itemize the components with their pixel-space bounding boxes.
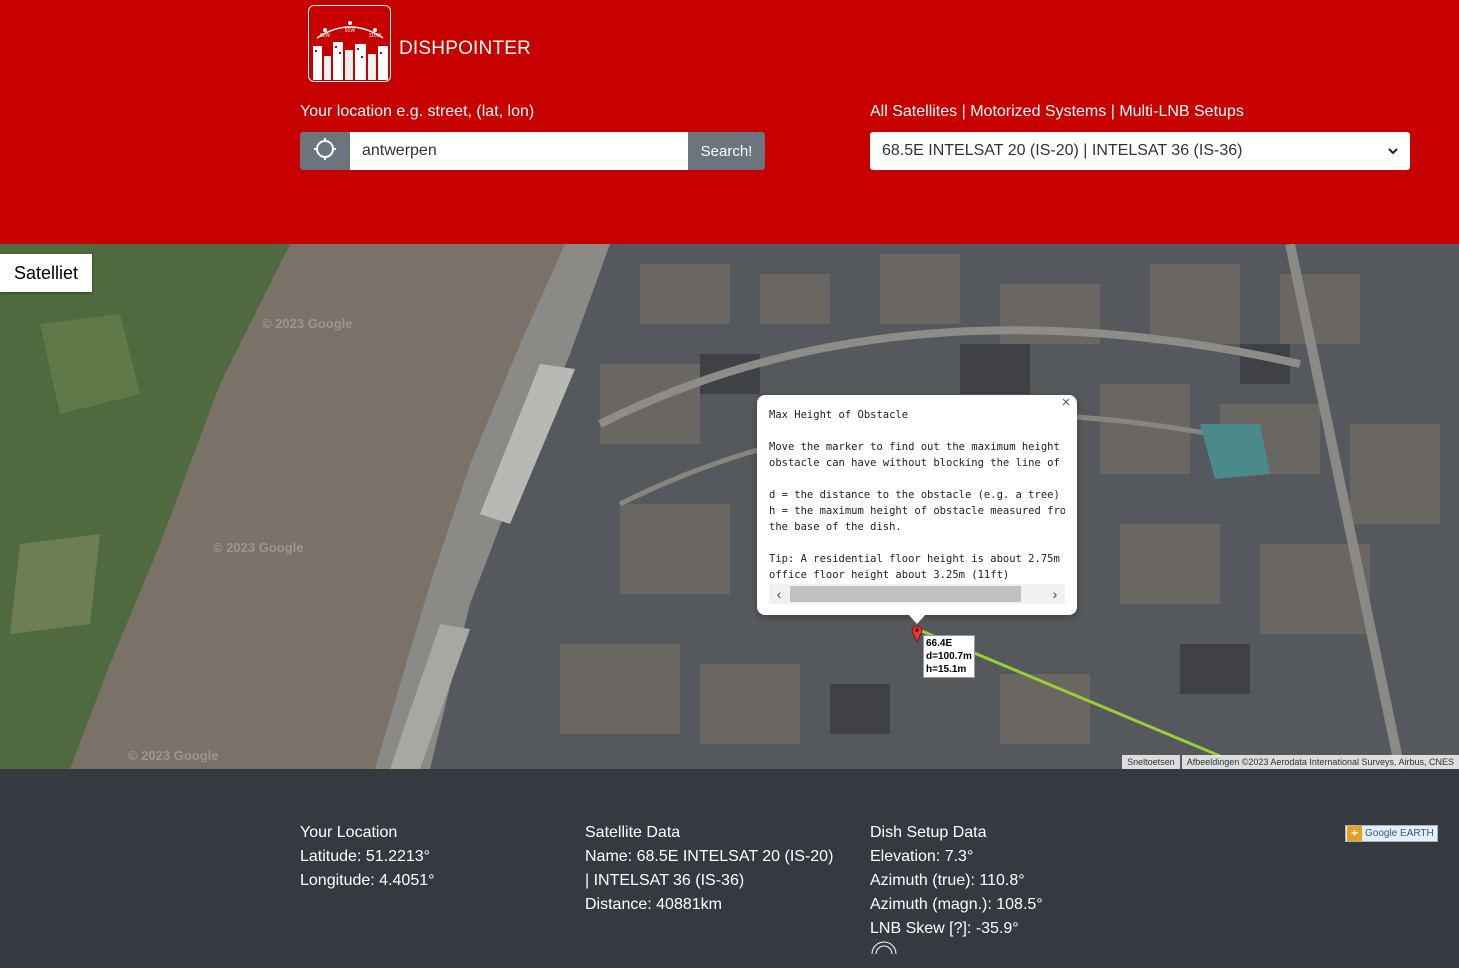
search-group: Search! bbox=[300, 132, 765, 170]
latitude-value: Latitude: 51.2213° bbox=[300, 848, 431, 865]
popup-content: Max Height of Obstacle Move the marker t… bbox=[769, 407, 1065, 583]
satellite-selected-value: 68.5E INTELSAT 20 (IS-20) | INTELSAT 36 … bbox=[882, 142, 1243, 159]
motorized-systems-link[interactable]: Motorized Systems bbox=[970, 103, 1106, 120]
locate-button[interactable] bbox=[300, 132, 350, 170]
map-watermark: © 2023 Google bbox=[213, 540, 304, 555]
scrollbar-thumb[interactable] bbox=[790, 586, 1021, 602]
satellite-title: Satellite Data bbox=[585, 824, 681, 841]
satellite-distance: Distance: 40881km bbox=[585, 896, 722, 913]
link-separator: | bbox=[1110, 103, 1115, 120]
chevron-down-icon bbox=[1388, 142, 1398, 160]
all-satellites-link[interactable]: All Satellites bbox=[870, 103, 957, 120]
marker-label-height: h=15.1m bbox=[926, 664, 967, 675]
plus-icon: + bbox=[1347, 826, 1362, 841]
location-label: Your location e.g. street, (lat, lon) bbox=[300, 103, 535, 120]
popup-text: h = the maximum height of obstacle measu… bbox=[769, 505, 1065, 517]
azimuth-true-value: Azimuth (true): 110.8° bbox=[870, 872, 1025, 889]
marker-label: 66.4E d=100.7m h=15.1m bbox=[923, 635, 975, 678]
marker-label-distance: d=100.7m bbox=[926, 651, 972, 662]
popup-text: Move the marker to find out the maximum … bbox=[769, 441, 1065, 453]
satellite-links: All Satellites | Motorized Systems | Mul… bbox=[870, 103, 1244, 121]
elevation-value: Elevation: 7.3° bbox=[870, 848, 974, 865]
popup-horizontal-scrollbar[interactable]: ‹ › bbox=[769, 584, 1065, 604]
dish-setup-data: Dish Setup Data Elevation: 7.3° Azimuth … bbox=[870, 821, 1043, 963]
google-earth-label: Google EARTH bbox=[1365, 828, 1434, 839]
brand-name[interactable]: DISHPOINTER bbox=[399, 38, 531, 60]
dishpointer-logo[interactable]: 82W 91W 110W bbox=[308, 5, 391, 82]
satellite-map[interactable]: © 2023 Google © 2023 Google © 2023 Googl… bbox=[0, 244, 1459, 769]
imagery-attribution: Afbeeldingen ©2023 Aerodata Internationa… bbox=[1181, 755, 1459, 769]
location-search-input[interactable] bbox=[350, 132, 688, 170]
crosshair-icon bbox=[313, 137, 337, 166]
lnb-skew-icon bbox=[870, 939, 1043, 963]
popup-tail bbox=[908, 614, 926, 624]
satellite-name: Name: 68.5E INTELSAT 20 (IS-20) | INTELS… bbox=[585, 848, 834, 889]
popup-text: obstacle can have without blocking the l… bbox=[769, 457, 1065, 469]
marker-label-angle: 66.4E bbox=[926, 638, 953, 649]
popup-text: d = the distance to the obstacle (e.g. a… bbox=[769, 489, 1060, 501]
logo-label-1: 82W bbox=[320, 33, 331, 39]
footer: Your Location Latitude: 51.2213° Longitu… bbox=[0, 769, 1459, 968]
link-separator: | bbox=[961, 103, 966, 120]
location-data: Your Location Latitude: 51.2213° Longitu… bbox=[300, 821, 435, 893]
dish-title: Dish Setup Data bbox=[870, 824, 987, 841]
satellite-data: Satellite Data Name: 68.5E INTELSAT 20 (… bbox=[585, 821, 835, 917]
popup-title: Max Height of Obstacle bbox=[769, 409, 909, 421]
satellite-select[interactable]: 68.5E INTELSAT 20 (IS-20) | INTELSAT 36 … bbox=[870, 132, 1410, 170]
google-earth-button[interactable]: + Google EARTH bbox=[1345, 825, 1438, 842]
popup-text: office floor height about 3.25m (11ft) bbox=[769, 569, 1010, 581]
azimuth-magn-value: Azimuth (magn.): 108.5° bbox=[870, 896, 1043, 913]
popup-text: Tip: A residential floor height is about… bbox=[769, 553, 1065, 565]
map-watermark: © 2023 Google bbox=[262, 316, 353, 331]
info-popup: × Max Height of Obstacle Move the marker… bbox=[757, 395, 1077, 615]
logo-label-3: 110W bbox=[369, 33, 382, 39]
map-attribution: Sneltoetsen Afbeeldingen ©2023 Aerodata … bbox=[1120, 755, 1459, 769]
logo-label-2: 91W bbox=[345, 28, 356, 34]
location-title: Your Location bbox=[300, 824, 398, 841]
longitude-value: Longitude: 4.4051° bbox=[300, 872, 435, 889]
header: 82W 91W 110W DISHPOINTER Your location e… bbox=[0, 0, 1459, 244]
chevron-left-icon[interactable]: ‹ bbox=[769, 584, 789, 604]
map-type-button[interactable]: Satelliet bbox=[0, 254, 92, 292]
multi-lnb-setups-link[interactable]: Multi-LNB Setups bbox=[1119, 103, 1244, 120]
search-button[interactable]: Search! bbox=[688, 132, 765, 170]
obstacle-marker-icon[interactable] bbox=[911, 624, 923, 643]
map-watermark: © 2023 Google bbox=[128, 748, 219, 763]
keyboard-shortcuts-link[interactable]: Sneltoetsen bbox=[1122, 755, 1180, 769]
lnb-skew-value[interactable]: LNB Skew [?]: -35.9° bbox=[870, 917, 1043, 941]
popup-text: the base of the dish. bbox=[769, 521, 902, 533]
map-imagery bbox=[0, 244, 1459, 769]
chevron-right-icon[interactable]: › bbox=[1045, 584, 1065, 604]
